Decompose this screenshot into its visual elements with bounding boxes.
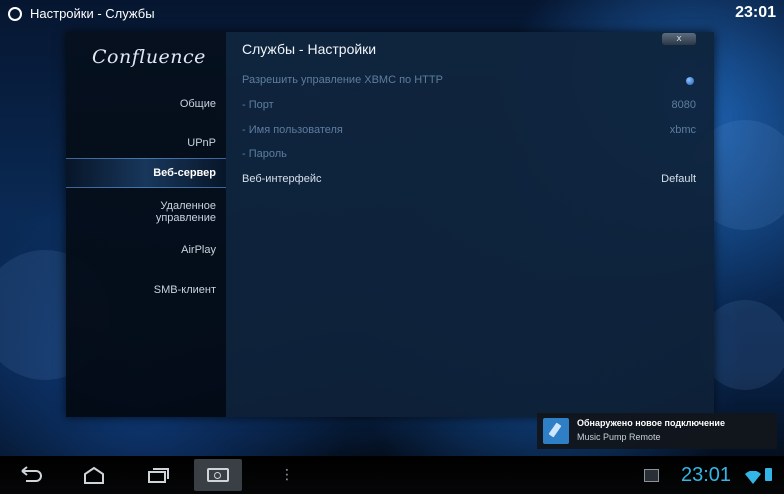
- home-icon[interactable]: [82, 464, 106, 486]
- setting-value: xbmc: [669, 124, 696, 136]
- menu-dots-icon[interactable]: ⋮: [280, 464, 294, 486]
- setting-label: - Пароль: [242, 148, 287, 160]
- settings-window: Confluence Общие UPnP Веб-сервер Удаленн…: [66, 32, 714, 417]
- window-title: Настройки - Службы: [30, 6, 155, 21]
- notification-title: Обнаружено новое подключение: [577, 418, 725, 428]
- notification-subtitle: Music Pump Remote: [577, 432, 661, 442]
- home-ring-icon[interactable]: [8, 7, 22, 21]
- nav-item-remote-control[interactable]: Удаленное управление: [66, 200, 216, 224]
- nav-item-remote-line2: управление: [155, 212, 216, 224]
- close-button[interactable]: x: [662, 33, 696, 45]
- setting-label: Веб-интерфейс: [242, 173, 322, 185]
- nav-item-web-server[interactable]: Веб-сервер: [66, 167, 216, 179]
- camera-icon: [207, 468, 229, 482]
- notification-toast[interactable]: Обнаружено новое подключение Music Pump …: [537, 413, 777, 449]
- setting-row-password[interactable]: - Пароль: [242, 145, 696, 165]
- image-notification-icon[interactable]: [644, 469, 659, 482]
- nav-item-general[interactable]: Общие: [66, 98, 216, 110]
- panel-title: Службы - Настройки: [242, 41, 377, 57]
- status-bar: Настройки - Службы 23:01: [0, 0, 784, 28]
- settings-content: Службы - Настройки x Разрешить управлени…: [226, 32, 714, 417]
- setting-label: Разрешить управление XBMC по HTTP: [242, 74, 443, 86]
- setting-row-web-interface[interactable]: Веб-интерфейс Default: [242, 170, 696, 190]
- settings-sidebar: Confluence Общие UPnP Веб-сервер Удаленн…: [66, 32, 226, 417]
- setting-label: - Порт: [242, 99, 274, 111]
- remote-app-icon: [543, 418, 569, 444]
- wifi-icon: [745, 469, 761, 484]
- setting-value: Default: [661, 173, 696, 185]
- status-clock: 23:01: [735, 4, 776, 21]
- confluence-logo: Confluence: [92, 46, 206, 68]
- toggle-radio-icon[interactable]: [686, 77, 694, 85]
- setting-row-username[interactable]: - Имя пользователя xbmc: [242, 121, 696, 141]
- nav-item-airplay[interactable]: AirPlay: [66, 244, 216, 256]
- setting-value: 8080: [671, 99, 696, 111]
- navbar-clock: 23:01: [681, 464, 732, 486]
- battery-icon: [765, 468, 772, 481]
- back-icon[interactable]: [18, 464, 44, 486]
- system-nav-bar: ⋮ 23:01: [0, 456, 784, 494]
- screenshot-button[interactable]: [194, 459, 242, 491]
- setting-row-port[interactable]: - Порт 8080: [242, 96, 696, 116]
- setting-row-enable-http[interactable]: Разрешить управление XBMC по HTTP: [242, 71, 696, 91]
- setting-label: - Имя пользователя: [242, 124, 343, 136]
- nav-item-remote-line1: Удаленное: [160, 200, 216, 212]
- nav-item-upnp[interactable]: UPnP: [66, 137, 216, 149]
- recent-apps-icon[interactable]: [146, 464, 170, 486]
- nav-item-smb-client[interactable]: SMB-клиент: [66, 284, 216, 296]
